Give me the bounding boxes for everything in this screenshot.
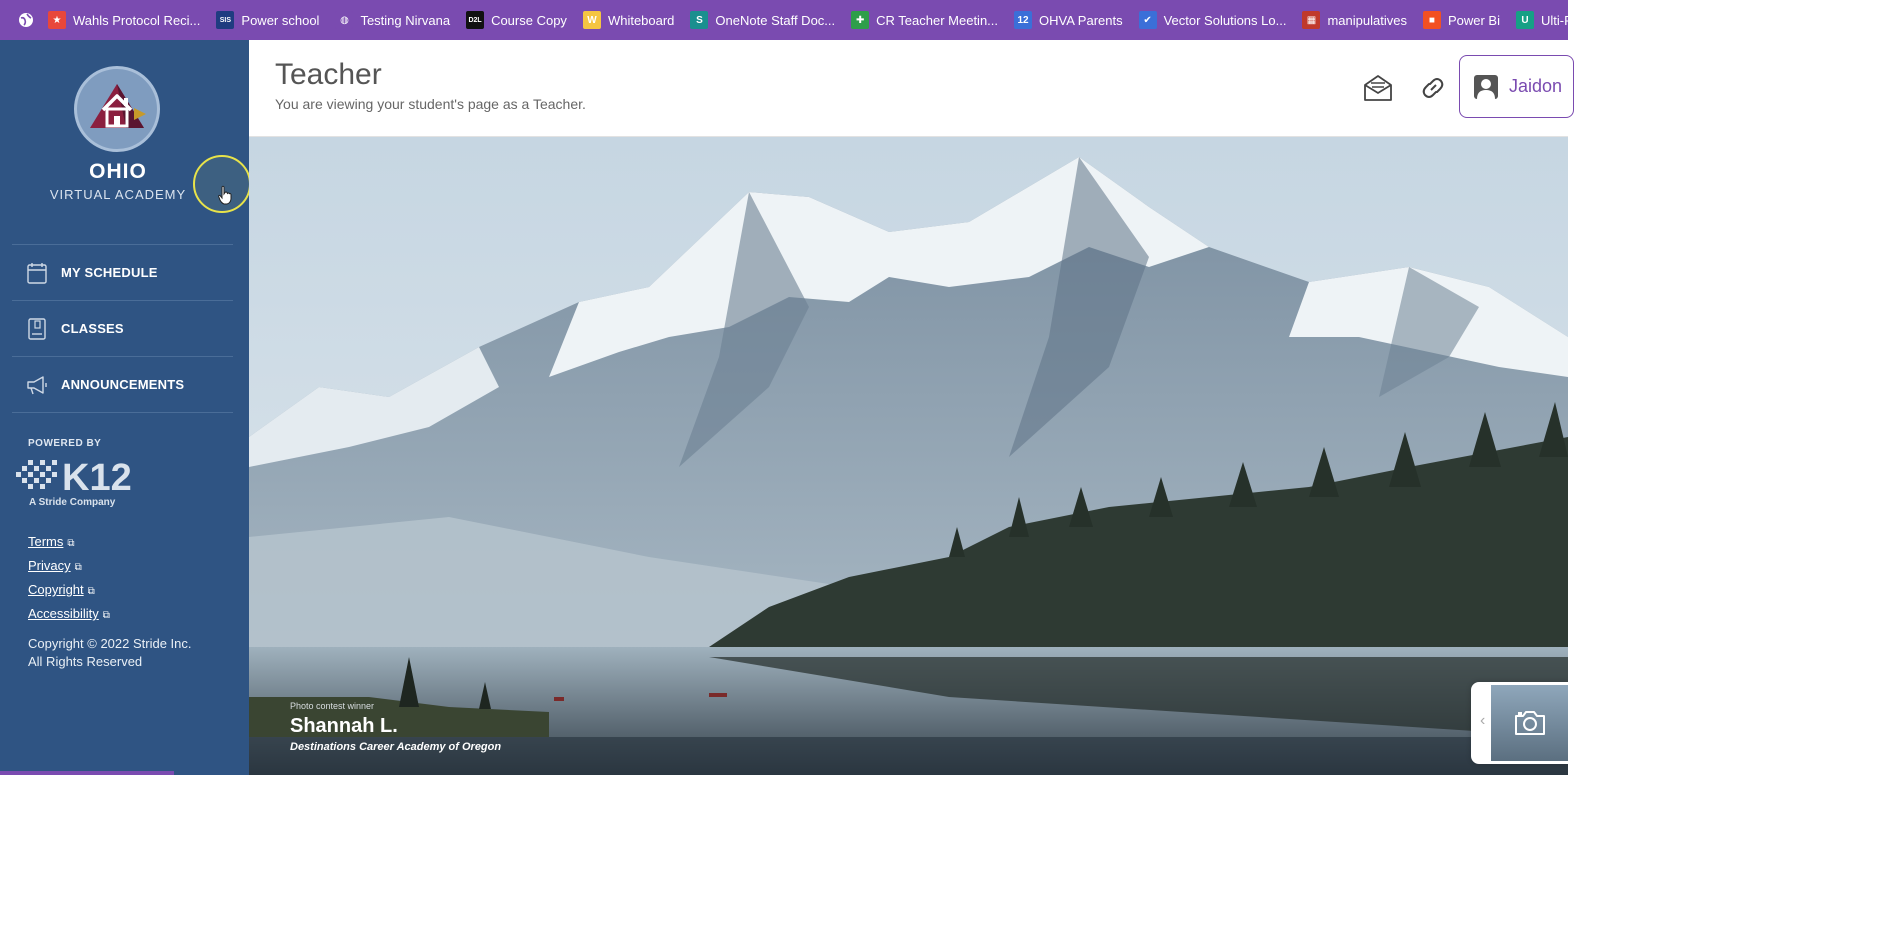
external-link-icon: ⧉ xyxy=(87,586,95,597)
bookmark-item[interactable]: ■ Power Bi xyxy=(1415,0,1508,40)
bookmark-label: OneNote Staff Doc... xyxy=(715,12,836,28)
bookmark-label: CR Teacher Meetin... xyxy=(876,12,999,28)
nav-my-schedule-label: MY SCHEDULE xyxy=(61,265,158,280)
nav-announcements[interactable]: ANNOUNCEMENTS xyxy=(12,357,233,413)
bookmark-label: Power school xyxy=(241,12,320,28)
nav-my-schedule[interactable]: MY SCHEDULE xyxy=(12,245,233,301)
nav-classes[interactable]: CLASSES xyxy=(12,301,233,357)
microsoft-icon: ■ xyxy=(1422,11,1441,29)
user-profile-button[interactable]: Jaidon xyxy=(1459,55,1574,118)
bookmark-item[interactable]: S OneNote Staff Doc... xyxy=(682,0,843,40)
bookmark-item[interactable]: W Whiteboard xyxy=(575,0,682,40)
links-button[interactable] xyxy=(1417,72,1449,104)
bookmark-item[interactable]: SIS Power school xyxy=(208,0,327,40)
bookmark-label: Vector Solutions Lo... xyxy=(1163,12,1287,28)
bookmarks-globe-icon[interactable] xyxy=(10,0,40,40)
bookmark-item[interactable]: D2L Course Copy xyxy=(458,0,575,40)
hand-cursor-icon xyxy=(218,185,232,210)
user-name: Jaidon xyxy=(1509,76,1563,96)
sidebar-nav: MY SCHEDULE CLASSES ANNOUNCEMENTS xyxy=(12,244,233,413)
bookmark-item[interactable]: ★ Wahls Protocol Reci... xyxy=(40,0,208,40)
book-icon xyxy=(26,317,48,340)
bookmark-item[interactable]: ✔ Vector Solutions Lo... xyxy=(1131,0,1295,40)
svg-text:A Stride Company: A Stride Company xyxy=(29,497,116,508)
megaphone-icon xyxy=(26,374,48,396)
w-icon: W xyxy=(582,11,601,29)
k12-logo[interactable]: K12 A Stride Company xyxy=(14,454,144,510)
page-header: Teacher You are viewing your student's p… xyxy=(249,40,1574,137)
photo-credit-school: Destinations Career Academy of Oregon xyxy=(290,741,502,753)
bookmark-label: Ulti-Pro xyxy=(1540,12,1585,28)
change-photo-button[interactable] xyxy=(1491,685,1568,761)
external-link-icon: ⧉ xyxy=(74,562,82,573)
external-link-icon: ⧉ xyxy=(102,610,110,621)
bookmark-label: Course Copy xyxy=(491,12,567,28)
u-icon: U xyxy=(1515,11,1534,29)
sis-icon: SIS xyxy=(216,11,235,29)
bookmark-item[interactable]: U Ulti-Pro xyxy=(1508,0,1592,40)
camera-icon xyxy=(1514,711,1545,735)
photo-gallery-panel: ‹ xyxy=(1471,682,1568,764)
messages-button[interactable] xyxy=(1362,72,1394,104)
copyright-text: Copyright © 2022 Stride Inc. All Rights … xyxy=(28,635,228,671)
envelope-icon xyxy=(1364,75,1392,101)
d2l-icon: D2L xyxy=(466,11,485,29)
bookmark-item[interactable]: 12 OHVA Parents xyxy=(1006,0,1131,40)
terms-link[interactable]: Terms ⧉ xyxy=(28,534,110,549)
bookmark-item[interactable]: ✚ CR Teacher Meetin... xyxy=(843,0,1006,40)
external-link-icon: ⧉ xyxy=(67,538,75,549)
sharepoint-icon: S xyxy=(690,11,709,29)
k12-icon: 12 xyxy=(1014,11,1033,29)
globe-icon: ◍ xyxy=(335,11,354,29)
sidebar-bottom-bar xyxy=(0,771,174,775)
privacy-link[interactable]: Privacy ⧉ xyxy=(28,558,110,573)
plus-icon: ✚ xyxy=(851,11,870,29)
page-subtitle: You are viewing your student's page as a… xyxy=(275,96,586,112)
bookmark-item[interactable]: ▦ manipulatives xyxy=(1294,0,1415,40)
mountain-lake-image xyxy=(249,137,1568,775)
copyright-line-1: Copyright © 2022 Stride Inc. xyxy=(28,636,192,651)
bookmark-item[interactable]: ◍ Testing Nirvana xyxy=(327,0,458,40)
copyright-link[interactable]: Copyright ⧉ xyxy=(28,582,110,597)
bookmark-label: manipulatives xyxy=(1327,12,1407,28)
user-avatar-icon xyxy=(1474,74,1498,99)
photo-credit-label: Photo contest winner xyxy=(290,701,375,711)
bookmarks-bar: ★ Wahls Protocol Reci... SIS Power school ◍ T… xyxy=(0,0,1584,40)
hero-photo: Photo contest winner Shannah L. Destinat… xyxy=(249,137,1568,775)
photo-credit-name: Shannah L. xyxy=(290,715,398,737)
page-title: Teacher xyxy=(275,58,382,91)
nav-announcements-label: ANNOUNCEMENTS xyxy=(61,377,185,392)
powered-by-label: POWERED BY xyxy=(28,438,102,449)
calendar-icon xyxy=(26,262,48,284)
nav-classes-label: CLASSES xyxy=(61,321,124,336)
school-logo[interactable] xyxy=(74,66,160,152)
copyright-line-2: All Rights Reserved xyxy=(28,654,143,669)
svg-text:K12: K12 xyxy=(62,457,132,499)
bookmark-label: Wahls Protocol Reci... xyxy=(73,12,201,28)
sidebar: OHIO VIRTUAL ACADEMY MY SCHEDULE CLASSES… xyxy=(0,40,251,775)
footer-links: Terms ⧉ Privacy ⧉ Copyright ⧉ Accessibility… xyxy=(28,534,110,630)
bookmark-label: Power Bi xyxy=(1447,12,1500,28)
grid-icon: ▦ xyxy=(1302,11,1321,29)
chevron-left-icon[interactable]: ‹ xyxy=(1480,712,1485,730)
check-icon: ✔ xyxy=(1138,11,1157,29)
bookmark-label: OHVA Parents xyxy=(1039,12,1123,28)
accessibility-link[interactable]: Accessibility ⧉ xyxy=(28,606,110,621)
link-icon xyxy=(1422,78,1444,98)
bookmark-label: Whiteboard xyxy=(607,12,675,28)
bookmark-label: Testing Nirvana xyxy=(360,12,451,28)
house-logo-icon xyxy=(90,84,146,128)
star-icon: ★ xyxy=(48,11,66,29)
